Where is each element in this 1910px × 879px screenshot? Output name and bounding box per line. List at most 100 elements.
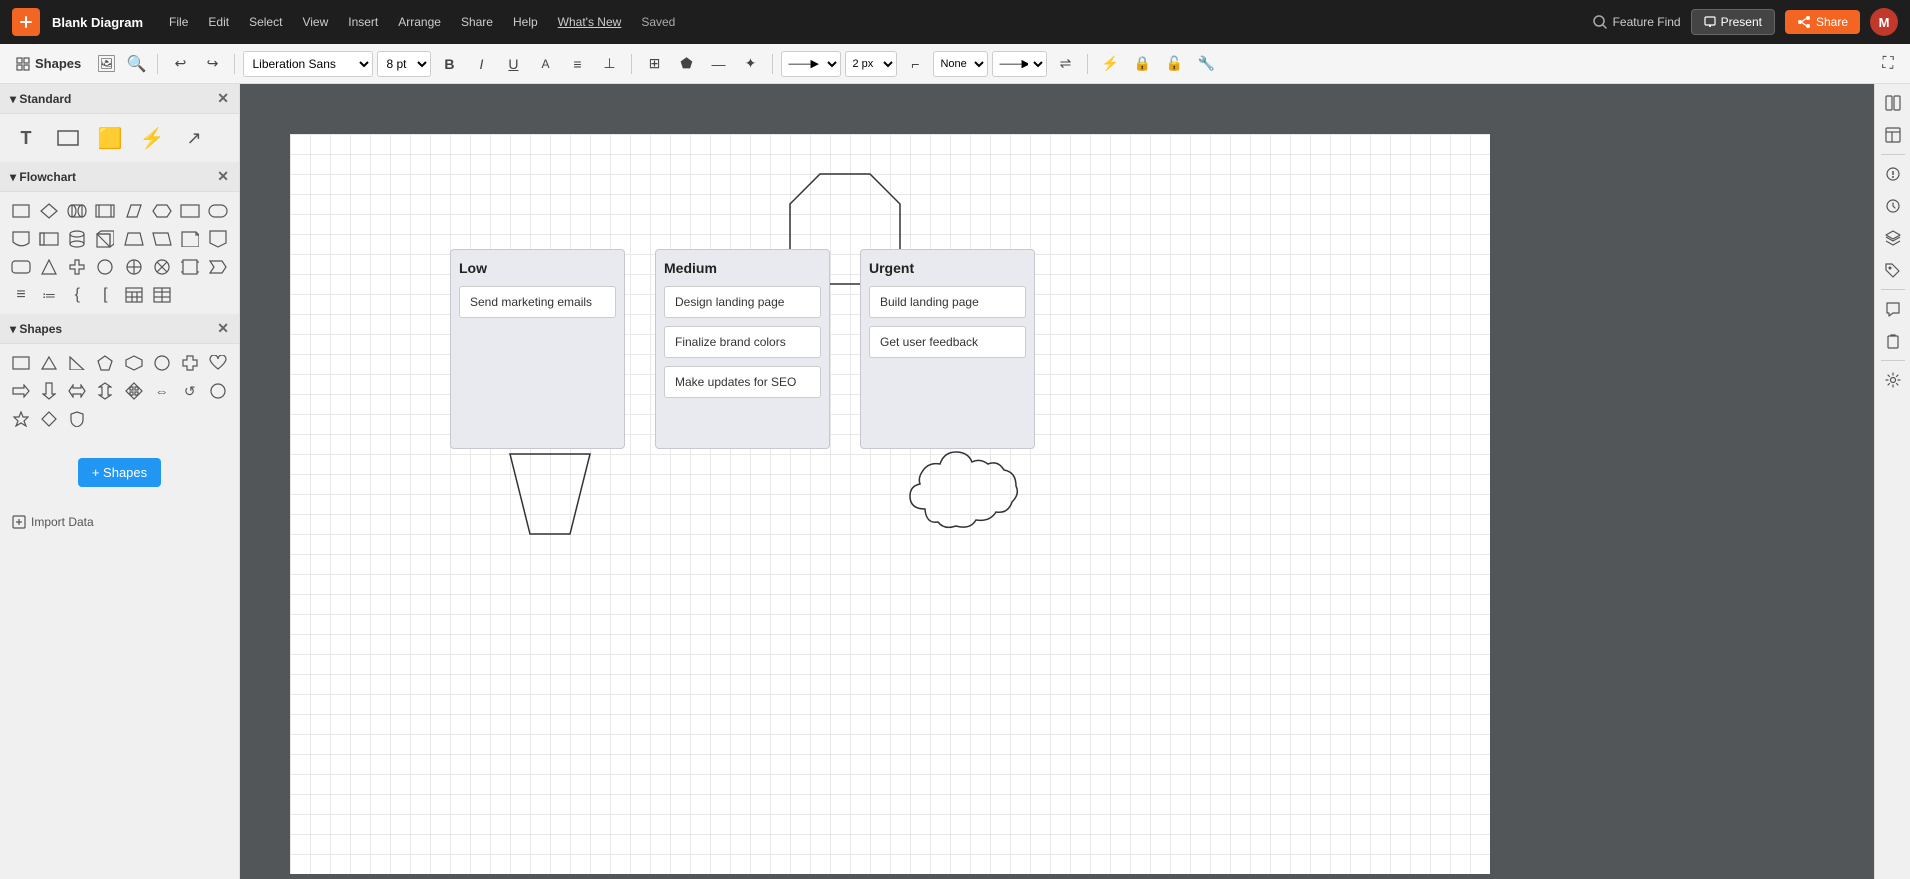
- fill-color-button[interactable]: ⬟: [672, 50, 700, 78]
- std-text[interactable]: T: [10, 122, 42, 154]
- shapes-panel-toggle[interactable]: Shapes: [8, 56, 89, 71]
- sh-heart[interactable]: [205, 350, 231, 376]
- fc-rect3[interactable]: [177, 198, 203, 224]
- fullscreen-button[interactable]: ⛶: [1874, 50, 1902, 78]
- menu-help[interactable]: Help: [505, 11, 546, 33]
- search-icon[interactable]: 🔍: [124, 51, 150, 77]
- fc-list[interactable]: ≡: [8, 282, 34, 308]
- sh-shield[interactable]: [64, 406, 90, 432]
- standard-close[interactable]: ✕: [217, 90, 229, 107]
- waypoint-button[interactable]: ⌐: [901, 50, 929, 78]
- card-design-landing[interactable]: Design landing page: [664, 286, 821, 318]
- fc-bracket[interactable]: [: [92, 282, 118, 308]
- menu-insert[interactable]: Insert: [340, 11, 386, 33]
- fc-list2[interactable]: ≔: [36, 282, 62, 308]
- fc-rect6[interactable]: [177, 254, 203, 280]
- user-avatar[interactable]: M: [1870, 8, 1898, 36]
- feature-find-button[interactable]: Feature Find: [1592, 14, 1681, 30]
- present-button[interactable]: Present: [1691, 9, 1775, 35]
- connection-toggle[interactable]: ⇌: [1051, 50, 1079, 78]
- extras-panel-btn[interactable]: [1878, 159, 1908, 189]
- arrow-end-select[interactable]: ——▶: [992, 51, 1047, 77]
- fc-chevron[interactable]: [205, 254, 231, 280]
- line-color-button[interactable]: —: [704, 50, 732, 78]
- menu-whats-new[interactable]: What's New: [550, 11, 630, 33]
- fc-table2[interactable]: [149, 282, 175, 308]
- flowchart-close[interactable]: ✕: [217, 168, 229, 185]
- fc-cylinder[interactable]: [64, 226, 90, 252]
- format-panel-btn[interactable]: [1878, 88, 1908, 118]
- line-style-select[interactable]: ——▶: [781, 51, 841, 77]
- import-data-link[interactable]: Import Data: [0, 507, 239, 537]
- cloud-shape[interactable]: [900, 434, 1030, 537]
- std-lightning[interactable]: ⚡: [136, 122, 168, 154]
- sh-lrud-arrow2[interactable]: ⇔: [149, 378, 175, 404]
- sh-circle2[interactable]: [205, 378, 231, 404]
- table-panel-btn[interactable]: [1878, 120, 1908, 150]
- clipboard-panel-btn[interactable]: [1878, 326, 1908, 356]
- canvas-paper[interactable]: Low Send marketing emails Medium Design …: [290, 134, 1490, 874]
- table-button[interactable]: ⊞: [640, 50, 668, 78]
- card-finalize-brand[interactable]: Finalize brand colors: [664, 326, 821, 358]
- waypoint-style-select[interactable]: None: [933, 51, 988, 77]
- fc-offpage[interactable]: [205, 226, 231, 252]
- layers-panel-btn[interactable]: [1878, 223, 1908, 253]
- fc-cross[interactable]: [64, 254, 90, 280]
- card-send-marketing[interactable]: Send marketing emails: [459, 286, 616, 318]
- settings-panel-btn[interactable]: [1878, 365, 1908, 395]
- sh-recycle[interactable]: ↺: [177, 378, 203, 404]
- fc-x-circle[interactable]: [149, 254, 175, 280]
- std-rect[interactable]: [52, 122, 84, 154]
- sh-rtriangle[interactable]: [64, 350, 90, 376]
- sh-circle[interactable]: [149, 350, 175, 376]
- fc-hexagon[interactable]: [149, 198, 175, 224]
- kanban-col-medium[interactable]: Medium Design landing page Finalize bran…: [655, 249, 830, 449]
- undo-button[interactable]: ↩: [166, 50, 194, 78]
- menu-view[interactable]: View: [294, 11, 336, 33]
- std-sticky[interactable]: 🟨: [94, 122, 126, 154]
- sh-rect[interactable]: [8, 350, 34, 376]
- style-button[interactable]: 🔧: [1192, 50, 1220, 78]
- fc-rounded[interactable]: [205, 198, 231, 224]
- fc-cube[interactable]: [92, 226, 118, 252]
- sh-lr-arrow[interactable]: [64, 378, 90, 404]
- menu-edit[interactable]: Edit: [200, 11, 237, 33]
- trapezoid-shape[interactable]: [490, 454, 610, 537]
- sh-lrud-arrow[interactable]: [121, 378, 147, 404]
- fc-brace[interactable]: {: [64, 282, 90, 308]
- sh-hexagon[interactable]: [121, 350, 147, 376]
- fc-rect4[interactable]: [36, 226, 62, 252]
- fc-rect2[interactable]: [92, 198, 118, 224]
- bold-button[interactable]: B: [435, 50, 463, 78]
- lock2-button[interactable]: 🔓: [1160, 50, 1188, 78]
- shapes-close[interactable]: ✕: [217, 320, 229, 337]
- sh-star[interactable]: [8, 406, 34, 432]
- std-arrow[interactable]: ↗: [178, 122, 210, 154]
- sh-d-arrow[interactable]: [36, 378, 62, 404]
- align-center-button[interactable]: ≡: [563, 50, 591, 78]
- fc-diamond[interactable]: [36, 198, 62, 224]
- fc-trapezoid2[interactable]: [121, 226, 147, 252]
- effects-button[interactable]: ✦: [736, 50, 764, 78]
- fc-rect5[interactable]: [8, 254, 34, 280]
- menu-share[interactable]: Share: [453, 11, 501, 33]
- line-width-select[interactable]: 2 px: [845, 51, 897, 77]
- font-color-button[interactable]: A: [531, 50, 559, 78]
- share-button[interactable]: Share: [1785, 10, 1860, 34]
- tags-panel-btn[interactable]: [1878, 255, 1908, 285]
- card-get-feedback[interactable]: Get user feedback: [869, 326, 1026, 358]
- lock-button[interactable]: 🔒: [1128, 50, 1156, 78]
- sh-diamond[interactable]: [36, 406, 62, 432]
- fc-doc[interactable]: [8, 226, 34, 252]
- kanban-col-urgent[interactable]: Urgent Build landing page Get user feedb…: [860, 249, 1035, 449]
- comments-panel-btn[interactable]: [1878, 294, 1908, 324]
- canvas-area[interactable]: Low Send marketing emails Medium Design …: [240, 84, 1874, 879]
- menu-file[interactable]: File: [161, 11, 196, 33]
- sh-triangle[interactable]: [36, 350, 62, 376]
- fc-parallelogram[interactable]: [121, 198, 147, 224]
- history-panel-btn[interactable]: [1878, 191, 1908, 221]
- fc-table[interactable]: [121, 282, 147, 308]
- add-shapes-button[interactable]: + Shapes: [78, 458, 161, 487]
- sh-ud-arrow[interactable]: [92, 378, 118, 404]
- card-make-updates-seo[interactable]: Make updates for SEO: [664, 366, 821, 398]
